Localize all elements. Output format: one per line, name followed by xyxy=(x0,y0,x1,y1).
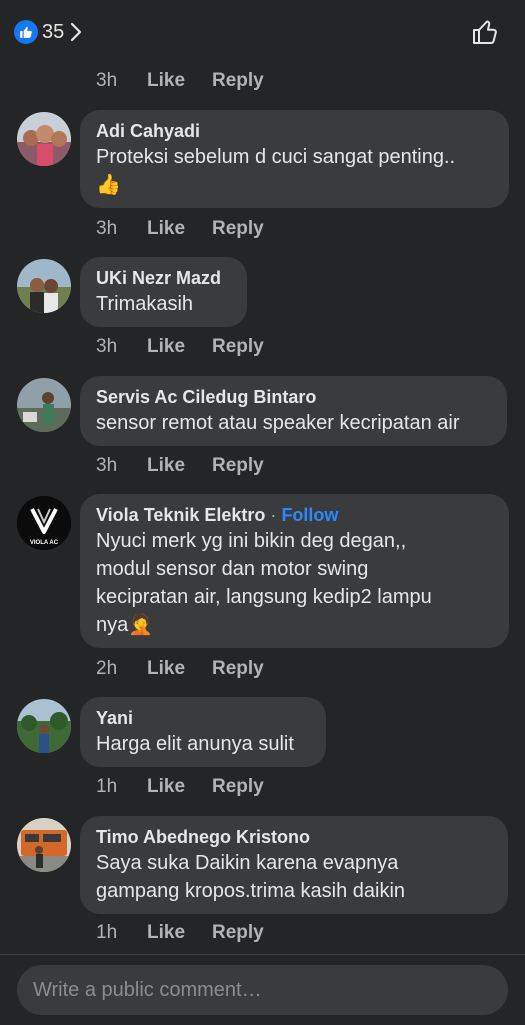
comment-composer: Write a public comment… xyxy=(0,954,525,1025)
reactions-summary[interactable]: 35 xyxy=(14,20,82,44)
comment-time: 1h xyxy=(96,922,118,943)
reply-link[interactable]: Reply xyxy=(212,776,264,798)
comment-author[interactable]: Yani xyxy=(96,706,310,730)
comment-actions: 3h Like Reply xyxy=(96,336,264,358)
reply-link[interactable]: Reply xyxy=(212,658,264,680)
comment-text: Harga elit anunya sulit xyxy=(96,733,294,755)
comment-actions: 3h Like Reply xyxy=(96,218,264,240)
like-link[interactable]: Like xyxy=(147,455,212,477)
comment-text: Trimakasih xyxy=(96,293,194,315)
like-post-button[interactable] xyxy=(471,18,499,51)
comment-time: 3h xyxy=(96,218,118,239)
avatar[interactable]: VIOLA AC xyxy=(17,496,71,550)
comment-bubble: Timo Abednego Kristono Saya suka Daikin … xyxy=(80,816,508,914)
comment-author[interactable]: Viola Teknik Elektro xyxy=(96,505,265,525)
comment-author-line: Viola Teknik Elektro · Follow xyxy=(96,503,493,527)
reply-link[interactable]: Reply xyxy=(212,455,264,477)
avatar-logo-text: VIOLA AC xyxy=(30,540,59,546)
like-link[interactable]: Like xyxy=(147,336,212,358)
reply-link[interactable]: Reply xyxy=(212,336,264,358)
reply-link[interactable]: Reply xyxy=(212,218,264,240)
reactions-bar: 35 xyxy=(0,0,525,64)
comment-text: Nyuci merk yg ini bikin deg degan,, modu… xyxy=(96,530,432,636)
like-link[interactable]: Like xyxy=(147,922,212,944)
comment-input[interactable]: Write a public comment… xyxy=(17,965,508,1015)
avatar[interactable] xyxy=(17,259,71,313)
comment-actions: 3h Like Reply xyxy=(96,70,264,92)
follow-button[interactable]: Follow xyxy=(281,505,338,525)
comment-bubble: Servis Ac Ciledug Bintaro sensor remot a… xyxy=(80,376,507,446)
comment-time: 3h xyxy=(96,70,118,91)
like-link[interactable]: Like xyxy=(147,658,212,680)
reaction-count: 35 xyxy=(42,20,65,43)
comment-bubble: Adi Cahyadi Proteksi sebelum d cuci sang… xyxy=(80,110,509,208)
avatar[interactable] xyxy=(17,699,71,753)
comment-time: 3h xyxy=(96,455,118,476)
comment-bubble: Viola Teknik Elektro · Follow Nyuci merk… xyxy=(80,494,509,648)
comment-bubble: UKi Nezr Mazd Trimakasih xyxy=(80,257,247,327)
thumbs-up-emoji: 👍 xyxy=(96,174,121,196)
separator-dot: · xyxy=(270,505,277,525)
comment-author[interactable]: Adi Cahyadi xyxy=(96,119,493,143)
avatar[interactable] xyxy=(17,112,71,166)
like-link[interactable]: Like xyxy=(147,776,212,798)
avatar[interactable] xyxy=(17,818,71,872)
comment-time: 3h xyxy=(96,336,118,357)
reply-link[interactable]: Reply xyxy=(212,70,264,92)
comment-author[interactable]: Servis Ac Ciledug Bintaro xyxy=(96,385,491,409)
comment-author[interactable]: Timo Abednego Kristono xyxy=(96,825,492,849)
comment-actions: 1h Like Reply xyxy=(96,922,264,944)
comment-actions: 2h Like Reply xyxy=(96,658,264,680)
chevron-right-icon xyxy=(70,22,82,42)
comment-time: 2h xyxy=(96,658,118,679)
comment-actions: 3h Like Reply xyxy=(96,455,264,477)
comment-text: sensor remot atau speaker kecripatan air xyxy=(96,412,460,434)
like-link[interactable]: Like xyxy=(147,70,212,92)
comment-text: Proteksi sebelum d cuci sangat penting..… xyxy=(96,146,456,196)
comment-time: 1h xyxy=(96,776,118,797)
reply-link[interactable]: Reply xyxy=(212,922,264,944)
thumbs-up-outline-icon xyxy=(473,20,497,44)
avatar[interactable] xyxy=(17,378,71,432)
comment-text: Saya suka Daikin karena evapnya gampang … xyxy=(96,852,406,902)
facepalm-emoji: 🤦 xyxy=(128,614,154,636)
like-link[interactable]: Like xyxy=(147,218,212,240)
comment-author[interactable]: UKi Nezr Mazd xyxy=(96,266,231,290)
like-reaction-icon xyxy=(14,20,38,44)
comment-bubble: Yani Harga elit anunya sulit xyxy=(80,697,326,767)
comment-actions: 1h Like Reply xyxy=(96,776,264,798)
